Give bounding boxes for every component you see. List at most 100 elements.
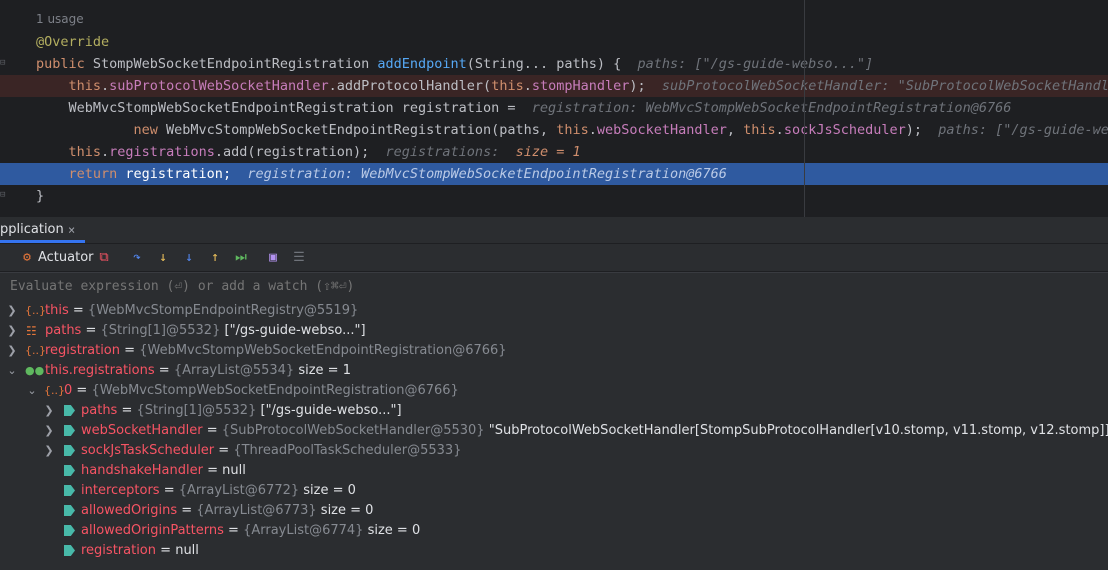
- object-icon: {..}: [25, 304, 46, 317]
- code-editor[interactable]: 1 usage ⊟ ⊟ @Override public StompWebSoc…: [0, 0, 1108, 217]
- variable-row-this[interactable]: ❯ {..} this = {WebMvcStompEndpointRegist…: [0, 301, 1108, 321]
- run-to-cursor-icon[interactable]: ⏭: [232, 248, 250, 267]
- code-token: @Override: [36, 34, 110, 50]
- tab-active-indicator: [0, 240, 85, 243]
- code-token: this: [556, 122, 589, 138]
- code-token: public: [36, 56, 93, 72]
- field-icon: [64, 441, 75, 461]
- field-icon: [64, 521, 75, 541]
- field-row-allowedorigins[interactable]: allowedOrigins = {ArrayList@6773} size =…: [0, 501, 1108, 521]
- code-token: .: [101, 144, 110, 160]
- chevron-right-icon[interactable]: ❯: [6, 301, 18, 321]
- object-icon: {..}: [25, 344, 46, 357]
- step-into-icon[interactable]: ↓: [154, 248, 172, 267]
- code-token: stompHandler: [531, 78, 630, 94]
- code-token: sockJsScheduler: [783, 122, 906, 138]
- variable-row-index-0[interactable]: ⌄ {..} 0 = {WebMvcStompWebSocketEndpoint…: [0, 381, 1108, 401]
- code-token: WebMvcStompWebSocketEndpointRegistration…: [36, 100, 532, 116]
- inline-debug-hint: registration: WebMvcStompWebSocketEndpoi…: [247, 166, 727, 182]
- field-icon: [64, 501, 75, 521]
- evaluate-expression-input[interactable]: [10, 273, 610, 301]
- close-icon[interactable]: ×: [68, 223, 75, 237]
- variable-row-paths[interactable]: ❯ ☷ paths = {String[1]@5532} ["/gs-guide…: [0, 321, 1108, 341]
- inline-debug-hint: subProtocolWebSocketHandler: "SubProtoco…: [661, 78, 1108, 94]
- inline-debug-hint: paths: ["/gs-guide-websocket"]: [938, 122, 1108, 138]
- code-token: return: [36, 166, 126, 182]
- inline-debug-hint: paths: ["/gs-guide-webso..."]: [637, 56, 874, 72]
- code-token: .: [523, 78, 532, 94]
- inline-debug-hint: registration: WebMvcStompWebSocketEndpoi…: [531, 100, 1012, 116]
- field-row-sockjstaskscheduler[interactable]: ❯ sockJsTaskScheduler = {ThreadPoolTaskS…: [0, 441, 1108, 461]
- evaluate-expression-icon[interactable]: ▣: [264, 248, 282, 267]
- field-icon: [64, 481, 75, 501]
- step-over-icon[interactable]: ↷: [128, 248, 146, 267]
- variable-row-registration[interactable]: ❯ {..} registration = {WebMvcStompWebSoc…: [0, 341, 1108, 361]
- variables-tree[interactable]: ❯ {..} this = {WebMvcStompEndpointRegist…: [0, 301, 1108, 570]
- step-out-icon[interactable]: ↑: [206, 248, 224, 267]
- code-token: webSocketHandler: [596, 122, 727, 138]
- code-line[interactable]: WebMvcStompWebSocketEndpointRegistration…: [0, 97, 1108, 119]
- code-token: (String... paths) {: [466, 56, 638, 72]
- variable-row-this-registrations[interactable]: ⌄ ●● this.registrations = {ArrayList@553…: [0, 361, 1108, 381]
- code-token: .addProtocolHandler(: [328, 78, 492, 94]
- code-token: }: [36, 188, 45, 204]
- field-row-paths[interactable]: ❯ paths = {String[1]@5532} ["/gs-guide-w…: [0, 401, 1108, 421]
- chevron-right-icon[interactable]: ❯: [43, 421, 55, 441]
- right-margin-guide: [804, 0, 805, 217]
- code-token: registrations: [109, 144, 215, 160]
- code-token: subProtocolWebSocketHandler: [109, 78, 329, 94]
- code-line[interactable]: this.subProtocolWebSocketHandler.addProt…: [0, 75, 1108, 97]
- watch-icon: ●●: [25, 364, 45, 377]
- code-token: this: [36, 144, 102, 160]
- code-token: this: [743, 122, 776, 138]
- chevron-right-icon[interactable]: ❯: [43, 441, 55, 461]
- code-token: .: [588, 122, 597, 138]
- code-token: .: [101, 78, 110, 94]
- restore-layout-icon[interactable]: ⧉: [95, 248, 113, 267]
- field-row-interceptors[interactable]: interceptors = {ArrayList@6772} size = 0: [0, 481, 1108, 501]
- chevron-right-icon[interactable]: ❯: [43, 401, 55, 421]
- code-token: WebMvcStompWebSocketEndpointRegistration…: [166, 122, 557, 138]
- code-line[interactable]: new WebMvcStompWebSocketEndpointRegistra…: [0, 119, 1108, 141]
- code-token: .add(registration);: [214, 144, 386, 160]
- object-icon: {..}: [44, 384, 65, 397]
- array-icon: ☷: [26, 324, 37, 338]
- debug-tab-bar: pplication ×: [0, 217, 1108, 244]
- code-line[interactable]: public StompWebSocketEndpointRegistratio…: [0, 53, 1108, 75]
- evaluate-bar: [0, 272, 1108, 302]
- actuator-icon: ⚙: [23, 250, 31, 265]
- usage-hint[interactable]: 1 usage: [36, 12, 84, 26]
- code-token: );: [905, 122, 939, 138]
- code-token: this: [491, 78, 524, 94]
- field-icon: [64, 401, 75, 421]
- code-token: addEndpoint: [377, 56, 467, 72]
- field-row-handshakehandler[interactable]: handshakeHandler = null: [0, 461, 1108, 481]
- force-step-into-icon[interactable]: ↓: [180, 248, 198, 267]
- code-line[interactable]: }: [0, 185, 1108, 207]
- debug-toolbar: ⚙ Actuator ⧉ ↷ ↓ ↓ ↑ ⏭ ▣ ☰: [0, 244, 1108, 271]
- actuator-tab[interactable]: Actuator: [38, 248, 94, 267]
- tab-label: pplication: [0, 222, 64, 237]
- code-token: .: [775, 122, 784, 138]
- code-token: StompWebSocketEndpointRegistration: [92, 56, 378, 72]
- field-icon: [64, 541, 75, 561]
- chevron-down-icon[interactable]: ⌄: [6, 361, 18, 381]
- trace-icon[interactable]: ☰: [290, 248, 308, 267]
- inline-debug-hint: size = 1: [515, 144, 581, 160]
- field-row-allowedoriginpatterns[interactable]: allowedOriginPatterns = {ArrayList@6774}…: [0, 521, 1108, 541]
- inline-debug-hint: registrations:: [385, 144, 516, 160]
- chevron-down-icon[interactable]: ⌄: [26, 381, 38, 401]
- code-token: );: [629, 78, 662, 94]
- code-line-current[interactable]: return registration; registration: WebMv…: [0, 163, 1108, 185]
- code-token: new: [36, 122, 167, 138]
- field-row-websockethandler[interactable]: ❯ webSocketHandler = {SubProtocolWebSock…: [0, 421, 1108, 441]
- code-token: registration;: [125, 166, 248, 182]
- field-icon: [64, 421, 75, 441]
- chevron-right-icon[interactable]: ❯: [6, 321, 18, 341]
- code-line[interactable]: this.registrations.add(registration); re…: [0, 141, 1108, 163]
- field-row-registration[interactable]: registration = null: [0, 541, 1108, 561]
- chevron-right-icon[interactable]: ❯: [6, 341, 18, 361]
- code-token: ,: [726, 122, 744, 138]
- field-icon: [64, 461, 75, 481]
- code-line[interactable]: @Override: [0, 31, 1108, 53]
